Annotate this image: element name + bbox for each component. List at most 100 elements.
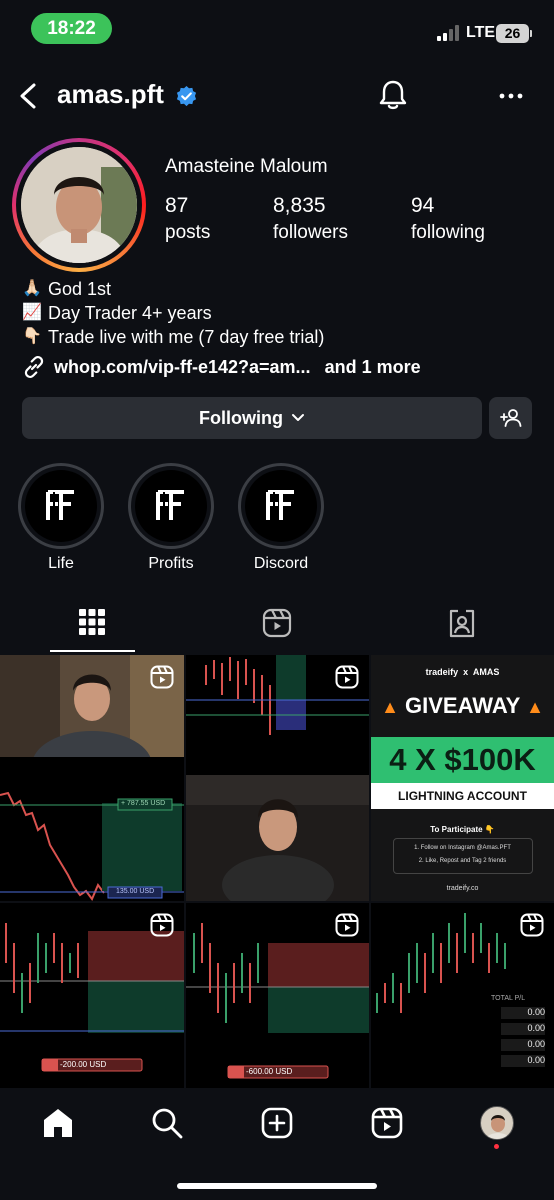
profile-username: amas.pft [57, 79, 164, 109]
bio-line: 👇🏻 Trade live with me (7 day free trial) [22, 325, 542, 349]
giveaway-step: 1. Follow on Instagram @Amas.PFT [414, 845, 511, 851]
post-thumbnail[interactable] [186, 655, 369, 901]
post-thumbnail[interactable]: -200.00 USD [0, 903, 184, 1088]
posts-stat[interactable]: 87 posts [165, 194, 210, 244]
avatar-photo [485, 1115, 511, 1139]
signal-icon [437, 25, 461, 41]
tagged-icon [449, 609, 475, 638]
giveaway-x: x [463, 667, 469, 677]
fire-icon: ▲ [381, 697, 399, 717]
post-thumbnail[interactable]: tradeify x AMAS ▲ GIVEAWAY ▲ 4 X $100K L… [371, 655, 554, 901]
pl-value: 0.00 [501, 1039, 545, 1051]
price-label: + 787.55 USD [121, 800, 166, 807]
giveaway-site: tradeify.co [446, 885, 479, 892]
fire-icon: ▲ [526, 697, 544, 717]
giveaway-headline: GIVEAWAY [405, 693, 520, 718]
following-count: 94 [411, 194, 435, 217]
post-thumbnail[interactable]: TOTAL P/L 0.00 0.00 0.00 0.00 [371, 903, 554, 1088]
bio-line: 📈 Day Trader 4+ years [22, 301, 542, 325]
giveaway-participate: To Participate 👇 [430, 825, 495, 834]
pl-header: TOTAL P/L [491, 995, 526, 1002]
add-user-icon [499, 409, 521, 427]
home-indicator [177, 1183, 377, 1189]
ff-logo-icon [25, 470, 97, 542]
network-label: LTE [466, 24, 496, 41]
followers-stat[interactable]: 8,835 followers [273, 194, 348, 244]
reel-badge-icon [150, 665, 174, 689]
profile-full-name: Amasteine Maloum [165, 156, 328, 177]
search-icon[interactable] [150, 1106, 184, 1140]
profile-tabs [0, 600, 554, 654]
tab-reels[interactable] [185, 600, 369, 654]
bio-line: 🙏🏻 God 1st [22, 277, 542, 301]
suggested-users-button[interactable] [489, 397, 532, 439]
profile-header: amas.pft [0, 72, 554, 122]
verified-badge-icon [176, 85, 197, 107]
followers-label: followers [273, 222, 348, 243]
pl-value: 0.00 [501, 1007, 545, 1019]
bio-text: Trade live with me (7 day free trial) [48, 327, 325, 347]
ff-logo-icon [135, 470, 207, 542]
more-options-icon[interactable] [497, 84, 525, 108]
create-post-icon[interactable] [260, 1106, 294, 1140]
bio-text: God 1st [48, 279, 112, 299]
tab-tagged[interactable] [370, 600, 554, 654]
active-tab-indicator [50, 650, 135, 652]
back-arrow-icon[interactable] [14, 80, 44, 112]
giveaway-step: 2. Like, Repost and Tag 2 friends [418, 858, 507, 864]
battery-icon: 26 [496, 24, 532, 43]
order-label: -600.00 USD [246, 1067, 293, 1076]
price-label: 135.00 USD [116, 888, 155, 895]
link-icon [24, 355, 44, 379]
highlight-label: Life [48, 555, 74, 572]
notification-bell-icon[interactable] [377, 78, 409, 112]
reel-badge-icon [335, 913, 359, 937]
praying-hands-icon: 🙏🏻 [22, 280, 42, 297]
status-bar: 18:22 LTE 26 [0, 0, 554, 60]
grid-icon [79, 609, 105, 635]
tab-posts-grid[interactable] [0, 600, 184, 654]
chevron-down-icon [291, 414, 304, 421]
highlight-label: Profits [148, 555, 194, 572]
reels-nav-icon[interactable] [370, 1106, 404, 1140]
more-links[interactable]: and 1 more [325, 357, 421, 378]
post-thumbnail[interactable]: -600.00 USD [186, 903, 369, 1088]
notification-dot [494, 1144, 499, 1149]
bio-link-row[interactable]: whop.com/vip-ff-e142?a=am... and 1 more [22, 355, 421, 379]
bio-link[interactable]: whop.com/vip-ff-e142?a=am... [54, 357, 311, 378]
home-icon[interactable] [41, 1106, 75, 1140]
posts-count: 87 [165, 194, 189, 217]
following-button[interactable]: Following [22, 397, 482, 439]
posts-grid: + 787.55 USD 135.00 USD tradeify x AMAS … [0, 655, 554, 1088]
chart-up-icon: 📈 [22, 304, 42, 321]
reel-badge-icon [335, 665, 359, 689]
highlight-label: Discord [253, 555, 309, 572]
followers-count: 8,835 [273, 194, 326, 217]
avatar-photo [21, 147, 137, 263]
posts-label: posts [165, 222, 211, 243]
giveaway-partner: AMAS [472, 667, 500, 677]
giveaway-account: LIGHTNING ACCOUNT [371, 783, 554, 809]
pointing-down-icon: 👇🏻 [22, 328, 42, 345]
highlight-discord[interactable]: Discord [238, 463, 324, 573]
post-thumbnail[interactable]: + 787.55 USD 135.00 USD [0, 655, 184, 901]
following-button-label: Following [199, 407, 283, 428]
giveaway-brand: tradeify [425, 667, 459, 677]
clock-pill[interactable]: 18:22 [31, 13, 112, 44]
profile-avatar-nav[interactable] [480, 1106, 514, 1140]
bio-text: Day Trader 4+ years [48, 303, 212, 323]
pl-value: 0.00 [501, 1023, 545, 1035]
ff-logo-icon [245, 470, 317, 542]
highlight-life[interactable]: Life [18, 463, 104, 573]
following-stat[interactable]: 94 following [411, 194, 485, 244]
reel-badge-icon [150, 913, 174, 937]
highlight-profits[interactable]: Profits [128, 463, 214, 573]
reels-icon [262, 608, 292, 638]
profile-avatar[interactable] [12, 138, 146, 272]
reel-badge-icon [520, 913, 544, 937]
following-label: following [411, 222, 485, 243]
order-label: -200.00 USD [60, 1060, 107, 1069]
profile-bio: 🙏🏻 God 1st 📈 Day Trader 4+ years 👇🏻 Trad… [22, 277, 542, 349]
pl-value: 0.00 [501, 1055, 545, 1067]
giveaway-prize: 4 X $100K [371, 737, 554, 783]
